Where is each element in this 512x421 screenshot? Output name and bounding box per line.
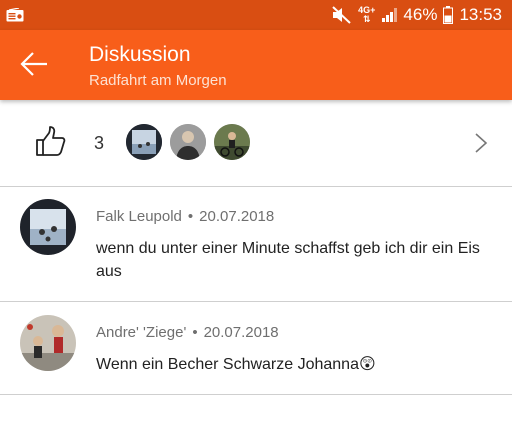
comment-author[interactable]: Falk Leupold [96,208,182,225]
comment-item: Andre' 'Ziege' • 20.07.2018 Wenn ein Beche… [0,302,512,395]
page-title: Diskussion [89,43,191,66]
data-arrows-icon: ⇅ [363,14,371,24]
avatar-photo [170,124,206,160]
meta-separator: • [187,208,194,225]
radio-icon [6,8,24,22]
back-arrow-icon[interactable] [20,52,48,76]
comment-item: Falk Leupold • 20.07.2018 wenn du unter ei… [0,187,512,302]
avatar-photo [20,315,76,371]
chevron-right-icon[interactable] [474,132,488,154]
network-type-indicator: 4G+ ⇅ [358,6,375,24]
kudos-row[interactable]: 3 [0,100,512,187]
page-subtitle: Radfahrt am Morgen [89,72,227,89]
avatar[interactable] [20,199,76,255]
kudos-avatar[interactable] [214,124,250,160]
thumbs-up-icon[interactable] [34,126,66,158]
comment-meta: Falk Leupold • 20.07.2018 [96,208,274,225]
signal-icon [382,8,398,22]
status-bar: 4G+ ⇅ 46% 13:53 [0,0,512,30]
battery-percentage: 46% [403,5,438,24]
battery-icon [443,6,454,24]
avatar[interactable] [20,315,76,371]
clock: 13:53 [459,5,502,24]
comment-meta: Andre' 'Ziege' • 20.07.2018 [96,324,279,341]
kudos-count: 3 [94,133,105,153]
comment-date: 20.07.2018 [203,324,279,341]
avatar-photo [126,124,162,160]
avatar-photo [20,199,76,255]
comment-text: Wenn ein Becher Schwarze Johanna😲 [96,356,376,373]
kudos-avatar[interactable] [170,124,206,160]
kudos-avatar[interactable] [126,124,162,160]
meta-separator: • [192,324,198,341]
app-bar: Diskussion Radfahrt am Morgen [0,30,512,100]
comment-author[interactable]: Andre' 'Ziege' [96,324,186,341]
comment-text: wenn du unter einer Minute schaffst geb … [96,240,480,280]
avatar-photo [214,124,250,160]
mute-icon [332,6,351,24]
comment-date: 20.07.2018 [199,208,275,225]
